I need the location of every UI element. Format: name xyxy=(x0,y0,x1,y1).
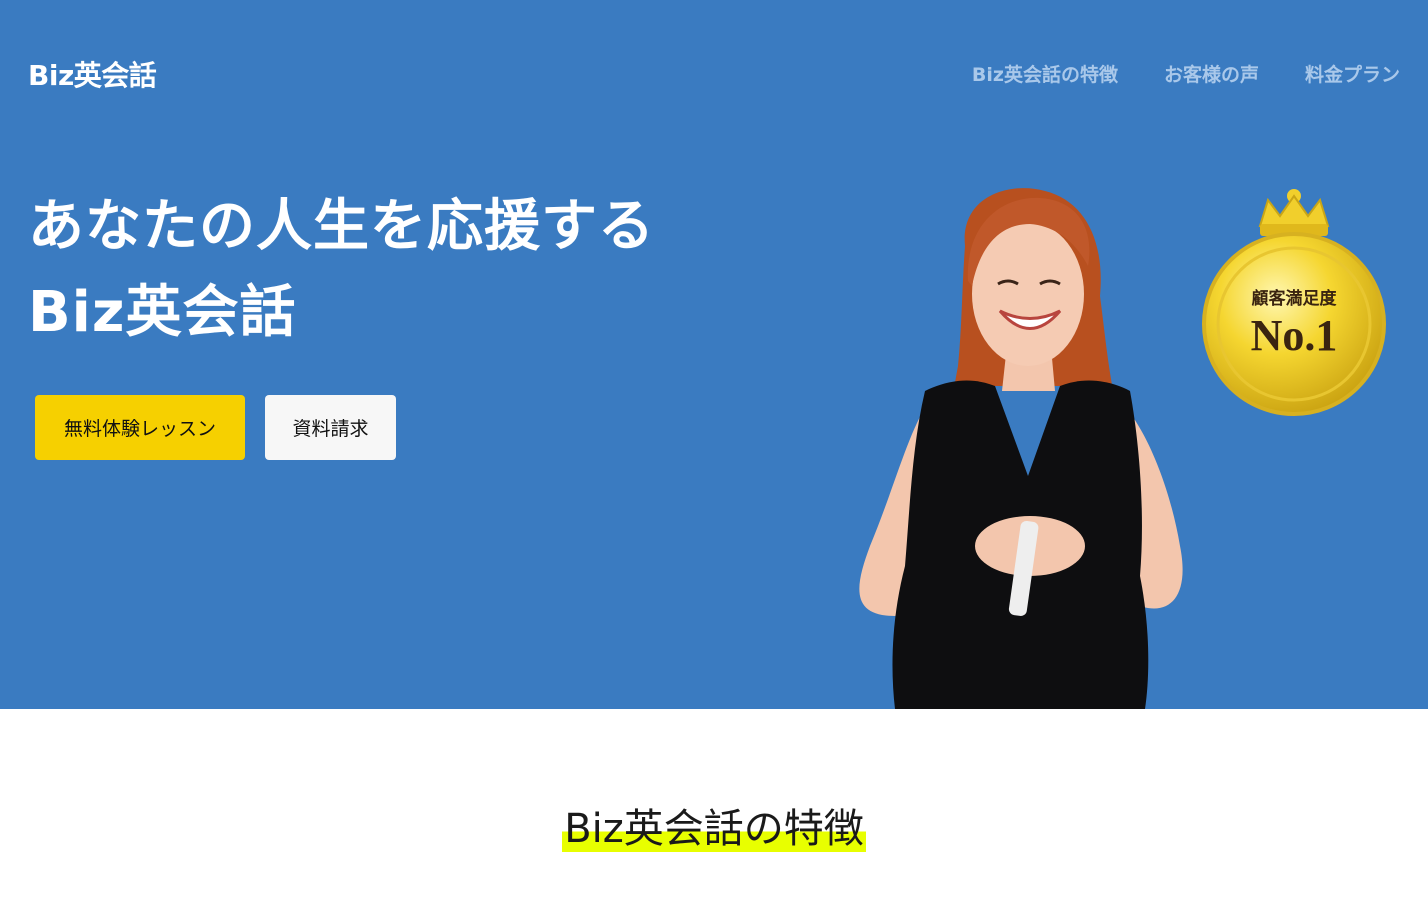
features-section-title: Biz英会話の特徴 xyxy=(562,806,866,852)
nav-link-testimonials[interactable]: お客様の声 xyxy=(1164,60,1259,87)
request-documents-button[interactable]: 資料請求 xyxy=(265,395,396,460)
nav-link-pricing[interactable]: 料金プラン xyxy=(1305,60,1400,87)
medal-rank: No.1 xyxy=(1251,311,1338,360)
hero-person-image xyxy=(859,188,1183,709)
crown-icon xyxy=(1258,189,1330,236)
hero-headline-line2: Biz英会話 xyxy=(28,280,297,345)
medal-caption: 顧客満足度 xyxy=(1252,288,1338,308)
nav-link-features[interactable]: Biz英会話の特徴 xyxy=(972,60,1118,87)
hero-headline: あなたの人生を応援する Biz英会話 xyxy=(28,184,655,356)
satisfaction-medal-badge: 顧客満足度 No.1 xyxy=(1202,189,1386,416)
hero-section: Biz英会話 Biz英会話の特徴 お客様の声 料金プラン あなたの人生を応援する… xyxy=(0,0,1428,709)
hero-headline-line1: あなたの人生を応援する xyxy=(28,194,655,259)
main-nav: Biz英会話の特徴 お客様の声 料金プラン xyxy=(972,60,1400,87)
site-logo[interactable]: Biz英会話 xyxy=(28,54,157,94)
free-trial-button[interactable]: 無料体験レッスン xyxy=(35,395,245,460)
